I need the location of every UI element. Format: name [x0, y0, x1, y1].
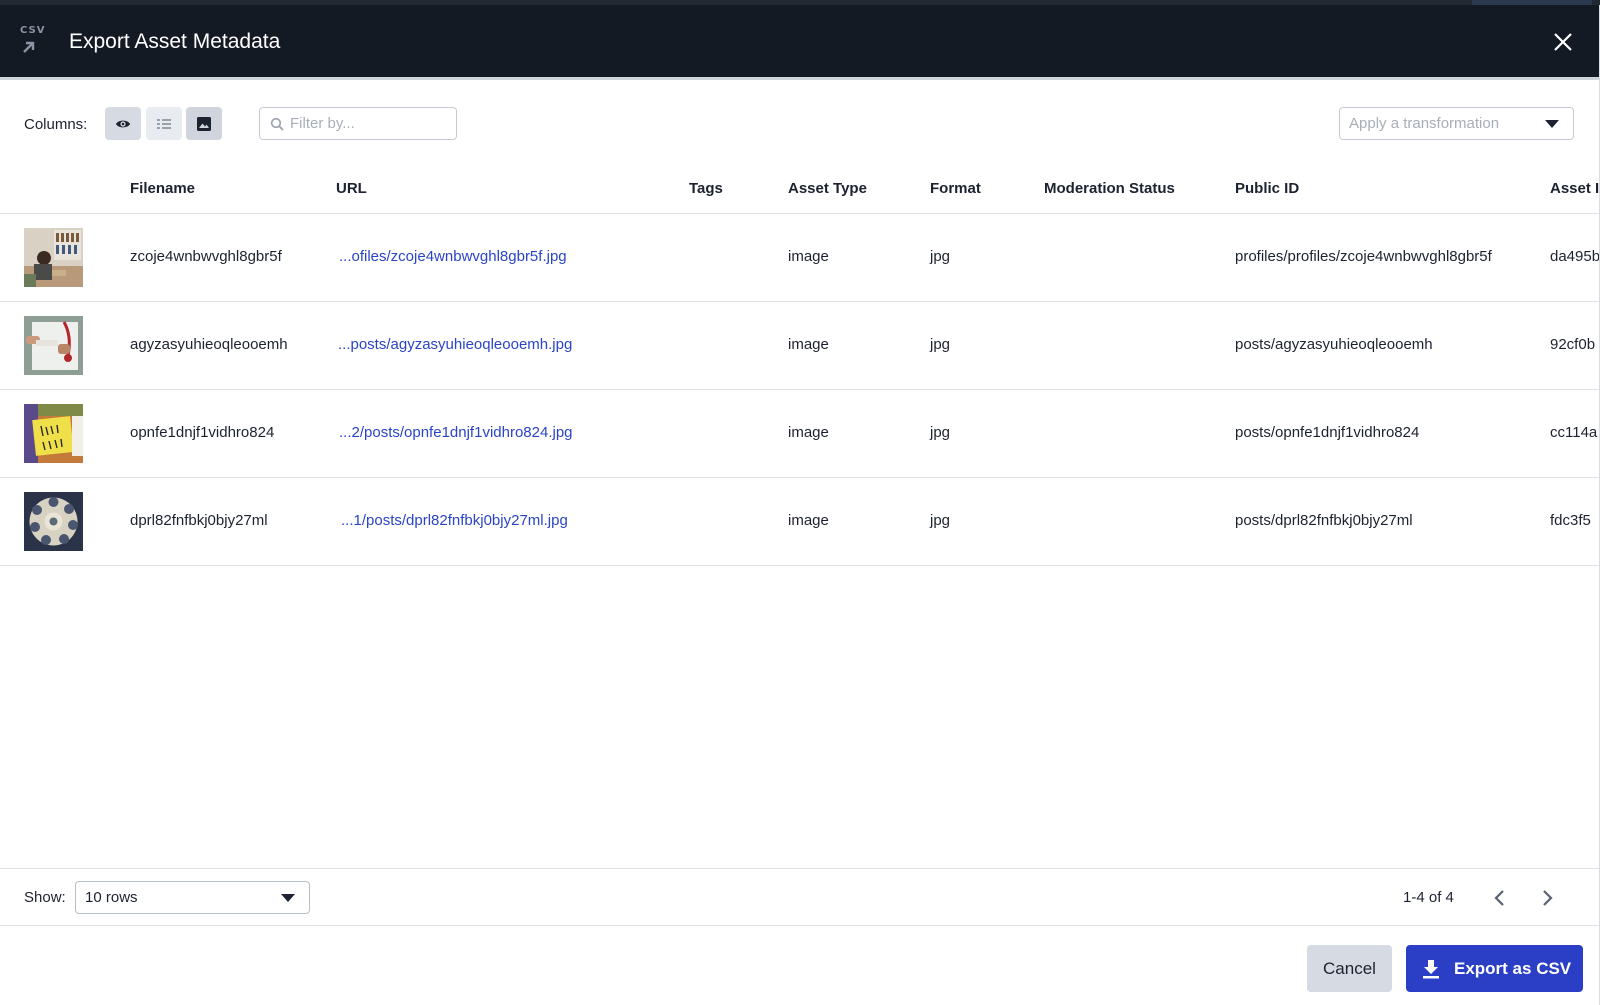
- filename-cell: zcoje4wnbwvghl8gbr5f: [130, 248, 282, 265]
- asset-type-cell: image: [788, 248, 829, 265]
- asset-thumbnail: [24, 404, 83, 463]
- chevron-down-icon: [1545, 120, 1559, 128]
- columns-label: Columns:: [24, 116, 88, 133]
- filter-input[interactable]: [290, 115, 450, 132]
- filter-box[interactable]: [259, 107, 457, 140]
- asset-type-cell: image: [788, 512, 829, 529]
- filename-cell: dprl82fnfbkj0bjy27ml: [130, 512, 268, 529]
- list-view-button[interactable]: [146, 107, 182, 140]
- column-header-format[interactable]: Format: [930, 180, 981, 197]
- table-row: dprl82fnfbkj0bjy27ml ...1/posts/dprl82fn…: [0, 478, 1599, 566]
- column-header-url[interactable]: URL: [336, 180, 367, 197]
- chevron-down-icon: [281, 894, 295, 902]
- eye-icon: [116, 120, 130, 127]
- asset-type-cell: image: [788, 336, 829, 353]
- public-id-cell: posts/agyzasyuhieoqleooemh: [1235, 336, 1433, 353]
- list-icon: [157, 118, 171, 129]
- public-id-cell: posts/dprl82fnfbkj0bjy27ml: [1235, 512, 1413, 529]
- dialog-actions: Cancel Export as CSV: [0, 926, 1599, 1005]
- asset-thumbnail: [24, 228, 83, 287]
- page-info: 1-4 of 4: [1403, 889, 1454, 906]
- column-header-asset-type[interactable]: Asset Type: [788, 180, 867, 197]
- search-icon: [270, 117, 284, 131]
- asset-id-cell: cc114a: [1550, 424, 1598, 441]
- export-csv-button[interactable]: Export as CSV: [1406, 945, 1583, 992]
- chevron-right-icon: [1543, 890, 1553, 906]
- public-id-cell: profiles/profiles/zcoje4wnbwvghl8gbr5f: [1235, 248, 1492, 265]
- format-cell: jpg: [930, 424, 951, 441]
- column-header-public-id[interactable]: Public ID: [1235, 180, 1299, 197]
- asset-id-cell: fdc3f5: [1550, 512, 1591, 529]
- table-header: Filename URL Tags Asset Type Format Mode…: [0, 164, 1599, 214]
- table-row: agyzasyuhieoqleooemh ...posts/agyzasyuhi…: [0, 302, 1599, 390]
- thumbnail-view-button[interactable]: [186, 107, 222, 140]
- format-cell: jpg: [930, 336, 951, 353]
- asset-id-cell: 92cf0b: [1550, 336, 1596, 353]
- filename-cell: opnfe1dnjf1vidhro824: [130, 424, 275, 441]
- chevron-left-icon: [1494, 890, 1504, 906]
- column-header-asset-id[interactable]: Asset I: [1550, 180, 1599, 197]
- public-id-cell: posts/opnfe1dnjf1vidhro824: [1235, 424, 1420, 441]
- dialog-header: CSV Export Asset Metadata: [0, 5, 1599, 77]
- url-link[interactable]: ...posts/agyzasyuhieoqleooemh.jpg: [338, 336, 572, 353]
- url-link[interactable]: ...1/posts/dprl82fnfbkj0bjy27ml.jpg: [341, 512, 568, 529]
- show-label: Show:: [24, 889, 66, 906]
- asset-type-cell: image: [788, 424, 829, 441]
- pagination-bar: Show: 10 rows 1-4 of 4: [0, 868, 1599, 926]
- dialog-title: Export Asset Metadata: [69, 30, 281, 53]
- show-columns-button[interactable]: [105, 107, 141, 140]
- rows-per-page-select[interactable]: 10 rows: [75, 881, 310, 914]
- rows-per-page-value: 10 rows: [85, 889, 138, 906]
- cancel-button[interactable]: Cancel: [1307, 945, 1392, 992]
- table-row: zcoje4wnbwvghl8gbr5f ...ofiles/zcoje4wnb…: [0, 214, 1600, 302]
- column-header-tags[interactable]: Tags: [689, 180, 723, 197]
- csv-icon-text: CSV: [20, 25, 46, 36]
- table-row: opnfe1dnjf1vidhro824 ...2/posts/opnfe1dn…: [0, 390, 1599, 478]
- csv-export-icon: CSV: [20, 25, 48, 59]
- asset-id-cell: da495b: [1550, 248, 1600, 265]
- format-cell: jpg: [930, 248, 951, 265]
- asset-thumbnail: [24, 492, 83, 551]
- download-icon: [1422, 959, 1440, 979]
- transformation-placeholder: Apply a transformation: [1349, 115, 1500, 132]
- export-metadata-dialog: CSV Export Asset Metadata Columns: Filte…: [0, 5, 1600, 1005]
- format-cell: jpg: [930, 512, 951, 529]
- column-header-moderation-status[interactable]: Moderation Status: [1044, 180, 1175, 197]
- arrow-up-right-icon: [23, 41, 35, 53]
- transformation-select[interactable]: Apply a transformation: [1339, 107, 1574, 140]
- url-link[interactable]: ...2/posts/opnfe1dnjf1vidhro824.jpg: [339, 424, 573, 441]
- toolbar: Columns: Filter by... Apply a transforma…: [0, 80, 1599, 164]
- close-icon: [1554, 33, 1572, 51]
- export-csv-label: Export as CSV: [1454, 958, 1572, 978]
- filename-cell: agyzasyuhieoqleooemh: [130, 336, 288, 353]
- asset-thumbnail: [24, 316, 83, 375]
- next-page-button[interactable]: [1534, 883, 1562, 913]
- url-link[interactable]: ...ofiles/zcoje4wnbwvghl8gbr5f.jpg: [339, 248, 567, 265]
- column-header-filename[interactable]: Filename: [130, 180, 195, 197]
- previous-page-button[interactable]: [1485, 883, 1513, 913]
- close-button[interactable]: [1552, 31, 1574, 53]
- image-icon: [197, 116, 211, 131]
- metadata-table: Filename URL Tags Asset Type Format Mode…: [0, 164, 1600, 566]
